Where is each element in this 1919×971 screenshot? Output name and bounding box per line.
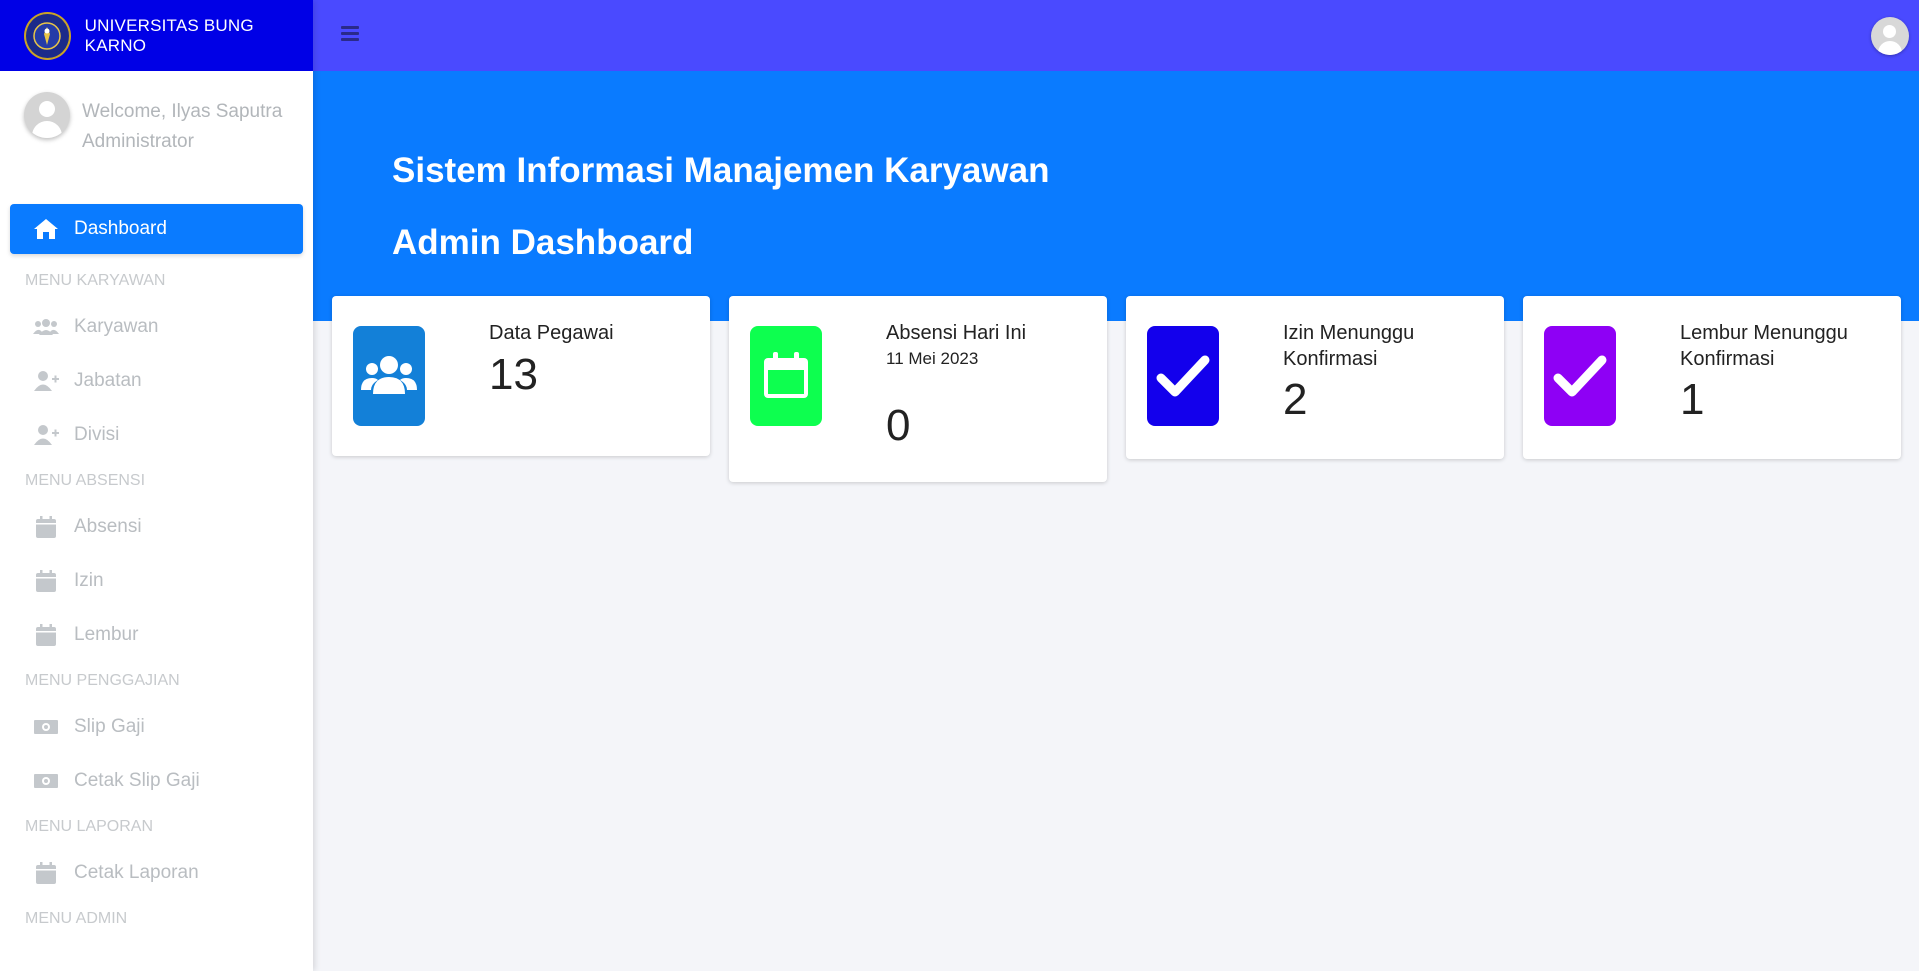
user-plus-icon — [33, 369, 59, 393]
sidebar-item-label: Karyawan — [74, 316, 159, 337]
nav-header-laporan: MENU LAPORAN — [25, 818, 154, 835]
user-welcome[interactable]: Welcome, Ilyas Saputra — [82, 97, 282, 127]
card-label: Lembur Menunggu Konfirmasi — [1680, 322, 1848, 370]
sidebar: UNIVERSITAS BUNG KARNO Welcome, Ilyas Sa… — [0, 0, 313, 971]
card-label: Izin Menunggu Konfirmasi — [1283, 322, 1415, 370]
card-value: 13 — [489, 350, 538, 399]
nav-header-absensi: MENU ABSENSI — [25, 472, 146, 489]
top-navbar — [313, 0, 1919, 71]
brand-name: UNIVERSITAS BUNG KARNO — [84, 15, 254, 55]
card-izin-menunggu[interactable]: Izin Menunggu Konfirmasi 2 — [1126, 296, 1504, 459]
users-icon — [353, 326, 425, 426]
card-value: 0 — [886, 401, 911, 450]
sidebar-item-label: Absensi — [74, 516, 142, 537]
sidebar-item-label: Jabatan — [74, 370, 142, 391]
nav-header-penggajian: MENU PENGGAJIAN — [25, 672, 180, 689]
user-plus-icon — [33, 423, 59, 447]
sidebar-item-cetak-slip-gaji[interactable]: Cetak Slip Gaji — [10, 754, 303, 808]
money-bill-icon — [33, 769, 59, 793]
user-avatar-icon[interactable] — [24, 92, 70, 138]
card-lembur-menunggu[interactable]: Lembur Menunggu Konfirmasi 1 — [1523, 296, 1901, 459]
page-subtitle: Admin Dashboard — [392, 223, 694, 262]
calendar-icon — [33, 515, 59, 539]
page-title: Sistem Informasi Manajemen Karyawan — [392, 151, 1050, 190]
sidebar-item-label: Divisi — [74, 424, 120, 445]
calendar-icon — [750, 326, 822, 426]
card-label: Absensi Hari Ini — [886, 322, 1027, 344]
calendar-icon — [33, 623, 59, 647]
card-absensi-hari-ini[interactable]: Absensi Hari Ini 11 Mei 2023 0 — [729, 296, 1107, 482]
brand-link[interactable]: UNIVERSITAS BUNG KARNO — [0, 0, 313, 71]
sidebar-item-label: Cetak Slip Gaji — [74, 770, 200, 791]
money-bill-icon — [33, 715, 59, 739]
user-menu-avatar-icon[interactable] — [1871, 17, 1909, 55]
card-data-pegawai[interactable]: Data Pegawai 13 — [332, 296, 710, 456]
sidebar-item-absensi[interactable]: Absensi — [10, 500, 303, 554]
sidebar-item-label: Dashboard — [74, 218, 167, 239]
nav-header-admin: MENU ADMIN — [25, 910, 128, 927]
calendar-icon — [33, 861, 59, 885]
sidebar-item-label: Lembur — [74, 624, 139, 645]
home-icon — [33, 217, 59, 241]
card-label: Data Pegawai — [489, 322, 614, 344]
users-icon — [33, 315, 59, 339]
sidebar-item-lembur[interactable]: Lembur — [10, 608, 303, 662]
hamburger-menu-icon[interactable] — [341, 26, 359, 42]
sidebar-item-jabatan[interactable]: Jabatan — [10, 354, 303, 408]
sidebar-item-dashboard[interactable]: Dashboard — [10, 204, 303, 254]
sidebar-item-slip-gaji[interactable]: Slip Gaji — [10, 700, 303, 754]
check-icon — [1147, 326, 1219, 426]
page-header: Sistem Informasi Manajemen Karyawan Admi… — [313, 71, 1919, 321]
sidebar-item-izin[interactable]: Izin — [10, 554, 303, 608]
sidebar-item-label: Izin — [74, 570, 104, 591]
card-date: 11 Mei 2023 — [886, 349, 979, 368]
nav-header-karyawan: MENU KARYAWAN — [25, 272, 166, 289]
sidebar-item-karyawan[interactable]: Karyawan — [10, 300, 303, 354]
user-panel: Welcome, Ilyas Saputra Administrator — [0, 71, 313, 204]
university-logo-icon — [24, 11, 71, 60]
sidebar-item-cetak-laporan[interactable]: Cetak Laporan — [10, 846, 303, 900]
sidebar-item-label: Slip Gaji — [74, 716, 145, 737]
sidebar-item-label: Cetak Laporan — [74, 862, 199, 883]
sidebar-item-divisi[interactable]: Divisi — [10, 408, 303, 462]
card-value: 2 — [1283, 375, 1308, 424]
sidebar-nav: Dashboard MENU KARYAWAN Karyawan Jabatan… — [0, 204, 313, 938]
user-role: Administrator — [82, 131, 194, 152]
calendar-icon — [33, 569, 59, 593]
card-value: 1 — [1680, 375, 1705, 424]
check-icon — [1544, 326, 1616, 426]
